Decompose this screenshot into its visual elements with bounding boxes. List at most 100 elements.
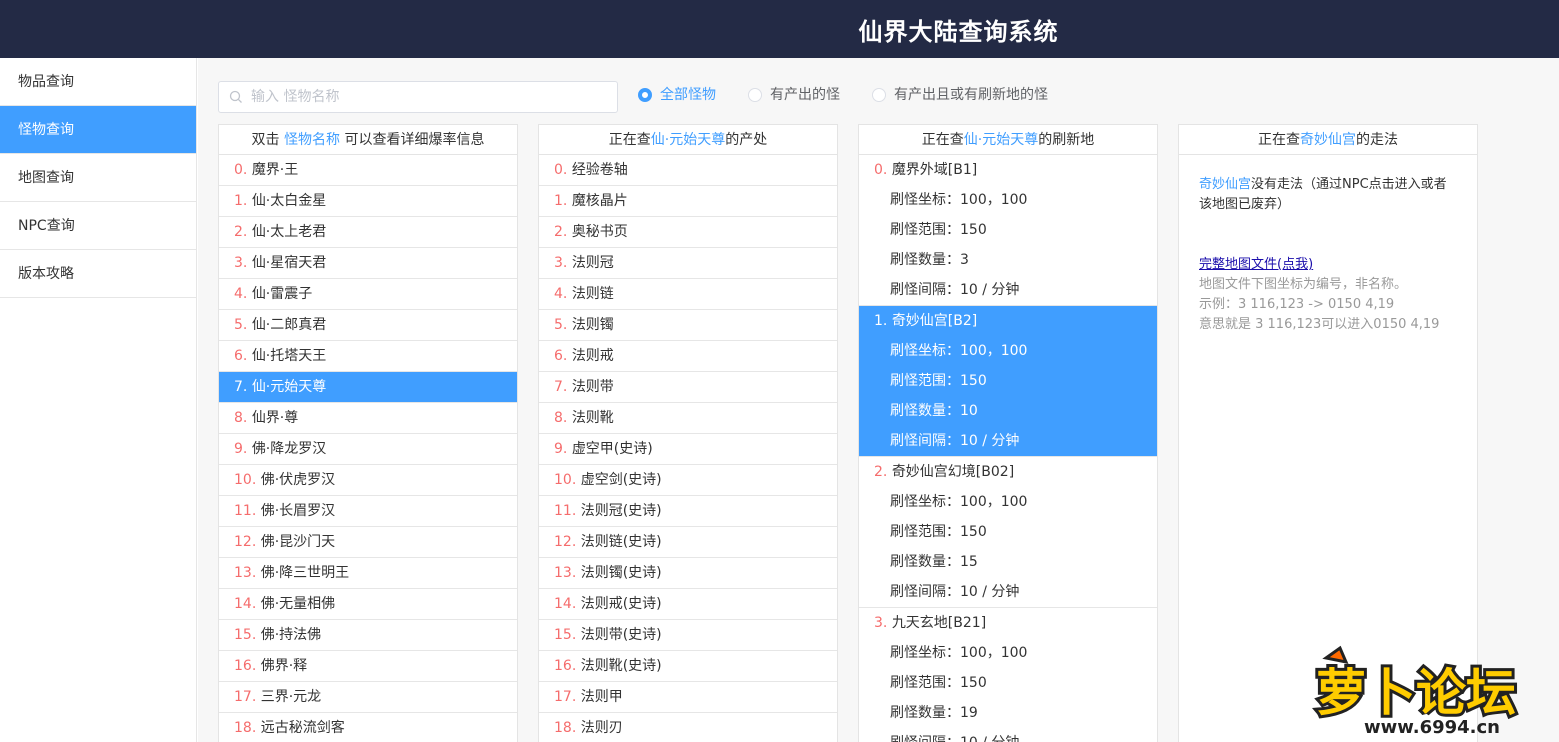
route-body: 奇妙仙宫没有走法（通过NPC点击进入或者该地图已废弃） 完整地图文件(点我) 地… (1179, 155, 1477, 355)
monster-name: 佛·昆沙门天 (260, 534, 336, 550)
full-map-file-link[interactable]: 完整地图文件(点我) (1199, 255, 1313, 275)
drop-row[interactable]: 13. 法则镯(史诗) (539, 558, 837, 589)
row-index: 11. (554, 503, 577, 519)
monster-row[interactable]: 11. 佛·长眉罗汉 (219, 496, 517, 527)
monster-name: 佛·降龙罗汉 (251, 441, 327, 457)
row-index: 18. (554, 720, 577, 736)
row-index: 1. (874, 313, 888, 329)
row-index: 15. (554, 627, 577, 643)
drop-row[interactable]: 0. 经验卷轴 (539, 155, 837, 186)
monster-name: 仙·托塔天王 (251, 348, 327, 364)
spawn-interval: 刷怪间隔：10 / 分钟 (890, 584, 1020, 600)
spawn-map-title[interactable]: 0. 魔界外域[B1] (859, 155, 1157, 185)
drop-name: 法则靴 (571, 410, 614, 426)
monster-row[interactable]: 12. 佛·昆沙门天 (219, 527, 517, 558)
monster-row[interactable]: 15. 佛·持法佛 (219, 620, 517, 651)
drop-row[interactable]: 5. 法则镯 (539, 310, 837, 341)
sidebar-item-items[interactable]: 物品查询 (0, 58, 196, 106)
drops-list: 0. 经验卷轴 1. 魔核晶片 2. 奥秘书页 3. 法则冠 4. 法则链 5. 法则镯 6… (539, 155, 837, 742)
drop-name: 奥秘书页 (571, 224, 628, 240)
drop-row[interactable]: 17. 法则甲 (539, 682, 837, 713)
row-index: 8. (554, 410, 568, 426)
monster-row[interactable]: 7. 仙·元始天尊 (219, 372, 517, 403)
search-input[interactable] (251, 82, 611, 112)
monster-row[interactable]: 2. 仙·太上老君 (219, 217, 517, 248)
monster-row[interactable]: 8. 仙界·尊 (219, 403, 517, 434)
monster-row[interactable]: 6. 仙·托塔天王 (219, 341, 517, 372)
drop-name: 法则带 (571, 379, 614, 395)
monster-name: 三界·元龙 (260, 689, 322, 705)
drop-row[interactable]: 7. 法则带 (539, 372, 837, 403)
row-index: 10. (234, 472, 257, 488)
drop-row[interactable]: 1. 魔核晶片 (539, 186, 837, 217)
sidebar-item-maps[interactable]: 地图查询 (0, 154, 196, 202)
monster-row[interactable]: 10. 佛·伏虎罗汉 (219, 465, 517, 496)
monster-row[interactable]: 9. 佛·降龙罗汉 (219, 434, 517, 465)
drops-panel: 正在查仙·元始天尊的产处 0. 经验卷轴 1. 魔核晶片 2. 奥秘书页 3. 法则冠… (538, 124, 838, 742)
monster-list: 0. 魔界·王 1. 仙·太白金星 2. 仙·太上老君 3. 仙·星宿天君 4. 仙·雷… (219, 155, 517, 742)
site-watermark-logo: 萝卜论坛 www.6994.cn (1313, 645, 1519, 738)
monster-row[interactable]: 1. 仙·太白金星 (219, 186, 517, 217)
monster-row[interactable]: 5. 仙·二郎真君 (219, 310, 517, 341)
monster-list-header: 双击 怪物名称 可以查看详细爆率信息 (219, 125, 517, 155)
row-index: 6. (234, 348, 248, 364)
drop-row[interactable]: 12. 法则链(史诗) (539, 527, 837, 558)
spawn-range: 刷怪范围：150 (890, 373, 987, 389)
drop-name: 法则刃 (580, 720, 623, 736)
spawn-map-title[interactable]: 2. 奇妙仙宫幻境[B02] (859, 457, 1157, 487)
drops-header: 正在查仙·元始天尊的产处 (539, 125, 837, 155)
monster-row[interactable]: 17. 三界·元龙 (219, 682, 517, 713)
row-index: 2. (234, 224, 248, 240)
drop-row[interactable]: 8. 法则靴 (539, 403, 837, 434)
monster-name: 佛·持法佛 (260, 627, 322, 643)
drop-row[interactable]: 14. 法则戒(史诗) (539, 589, 837, 620)
watermark-url: www.6994.cn (1364, 717, 1500, 738)
drop-name: 法则链(史诗) (580, 534, 662, 550)
monster-row[interactable]: 14. 佛·无量相佛 (219, 589, 517, 620)
row-index: 0. (234, 162, 248, 178)
drop-name: 虚空剑(史诗) (580, 472, 662, 488)
row-index: 18. (234, 720, 257, 736)
header-text: 的走法 (1356, 132, 1398, 148)
row-index: 3. (234, 255, 248, 271)
drop-name: 经验卷轴 (571, 162, 628, 178)
drop-row[interactable]: 9. 虚空甲(史诗) (539, 434, 837, 465)
monster-row[interactable]: 3. 仙·星宿天君 (219, 248, 517, 279)
monster-name: 魔界·王 (251, 162, 299, 178)
spawn-map-name: 奇妙仙宫幻境[B02] (891, 464, 1015, 480)
monster-row[interactable]: 4. 仙·雷震子 (219, 279, 517, 310)
sidebar-item-guide[interactable]: 版本攻略 (0, 250, 196, 298)
monster-row[interactable]: 18. 远古秘流剑客 (219, 713, 517, 742)
sidebar-item-monsters[interactable]: 怪物查询 (0, 106, 196, 154)
drop-row[interactable]: 4. 法则链 (539, 279, 837, 310)
sidebar-item-npc[interactable]: NPC查询 (0, 202, 196, 250)
row-index: 0. (874, 162, 888, 178)
row-index: 4. (554, 286, 568, 302)
row-index: 13. (234, 565, 257, 581)
drop-name: 法则链 (571, 286, 614, 302)
drop-row[interactable]: 3. 法则冠 (539, 248, 837, 279)
row-index: 6. (554, 348, 568, 364)
spawns-list: 0. 魔界外域[B1] 刷怪坐标：100，100 刷怪范围：150 刷怪数量：3 刷怪间… (859, 155, 1157, 742)
spawn-map-title[interactable]: 1. 奇妙仙宫[B2] (859, 306, 1157, 336)
header-text: 的刷新地 (1038, 132, 1095, 148)
drop-row[interactable]: 10. 虚空剑(史诗) (539, 465, 837, 496)
header-highlight: 怪物名称 (284, 132, 340, 148)
drop-name: 法则镯(史诗) (580, 565, 662, 581)
monster-row[interactable]: 0. 魔界·王 (219, 155, 517, 186)
monster-row[interactable]: 16. 佛界·释 (219, 651, 517, 682)
drop-row[interactable]: 11. 法则冠(史诗) (539, 496, 837, 527)
monster-name: 仙·雷震子 (251, 286, 313, 302)
monster-list-panel: 双击 怪物名称 可以查看详细爆率信息 0. 魔界·王 1. 仙·太白金星 2. 仙·… (218, 124, 518, 742)
radio-dot (748, 88, 762, 102)
drop-row[interactable]: 2. 奥秘书页 (539, 217, 837, 248)
route-map-name[interactable]: 奇妙仙宫 (1199, 177, 1251, 192)
drop-row[interactable]: 16. 法则靴(史诗) (539, 651, 837, 682)
monster-row[interactable]: 13. 佛·降三世明王 (219, 558, 517, 589)
monster-name: 佛·长眉罗汉 (260, 503, 336, 519)
drop-row[interactable]: 15. 法则带(史诗) (539, 620, 837, 651)
spawn-map-title[interactable]: 3. 九天玄地[B21] (859, 608, 1157, 638)
drop-row[interactable]: 18. 法则刃 (539, 713, 837, 742)
spawn-interval: 刷怪间隔：10 / 分钟 (890, 433, 1020, 449)
drop-row[interactable]: 6. 法则戒 (539, 341, 837, 372)
